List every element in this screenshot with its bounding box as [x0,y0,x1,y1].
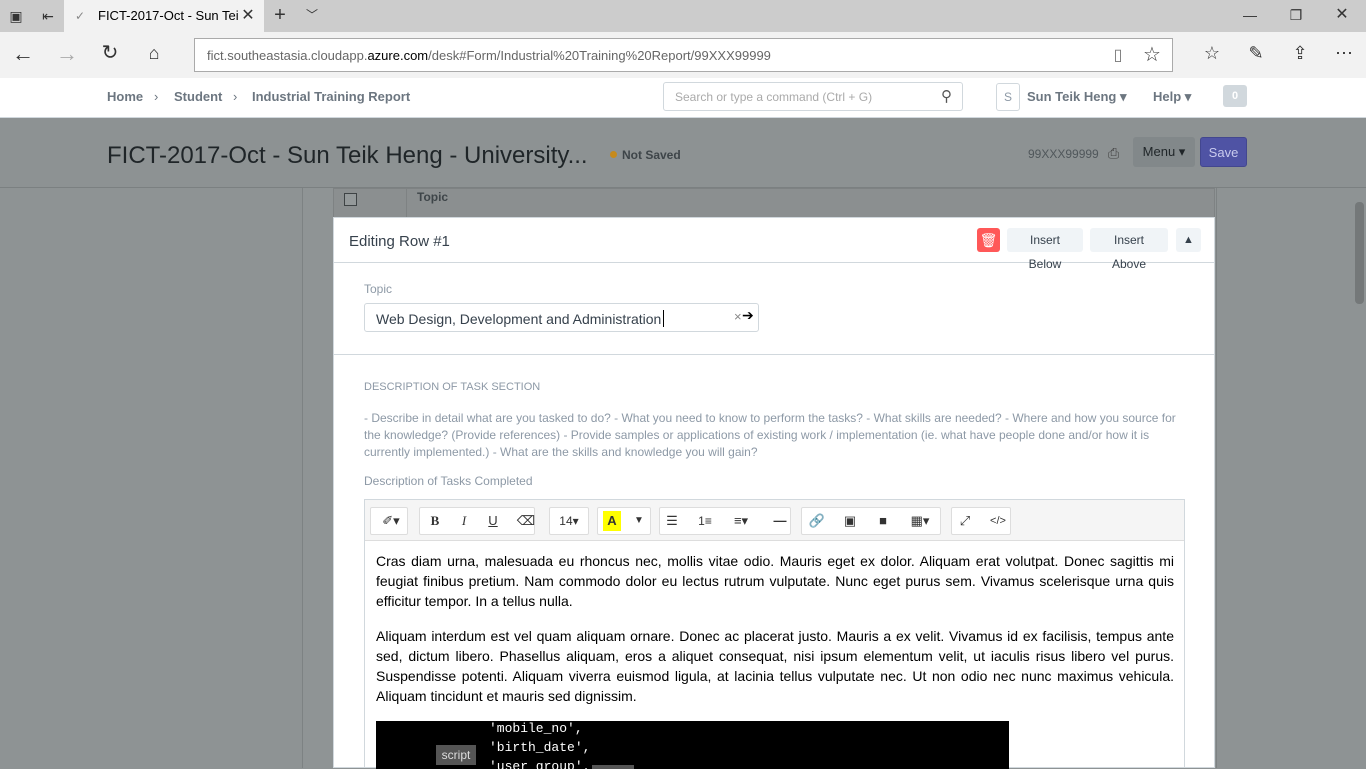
clear-icon[interactable]: × [734,309,742,324]
set-aside-tabs-icon[interactable]: ⇤ [38,6,58,26]
editor-paragraph[interactable]: Cras diam urna, malesuada eu rhoncus nec… [376,551,1174,611]
delete-row-button[interactable]: 🗑 [977,228,1000,252]
bold-icon[interactable]: B [424,511,446,531]
user-menu[interactable]: Sun Teik Heng ▾ [1027,89,1126,105]
print-icon[interactable]: ⎙ [1108,145,1119,162]
favorite-star-icon[interactable]: ☆ [1141,45,1163,65]
topic-label: Topic [364,282,393,296]
code-tag: script [436,745,476,765]
help-menu[interactable]: Help ▾ [1153,89,1191,105]
horizontal-rule-icon[interactable]: — [769,511,791,531]
code-tag-fragment [592,765,634,769]
window-close-icon[interactable]: ✕ [1332,5,1352,25]
close-tab-icon[interactable]: ✕ [238,6,258,26]
notification-badge[interactable]: 0 [1223,85,1247,107]
save-button[interactable]: Save [1200,137,1247,167]
style-dropdown-icon[interactable]: ✐▾ [377,511,405,531]
breadcrumb-chevron-icon: › [154,89,159,104]
back-icon[interactable]: ← [12,43,34,65]
favorites-icon[interactable]: ☆ [1200,43,1224,63]
favicon-icon: ✓ [74,9,86,23]
url-text: fict.southeastasia.cloudapp.azure.com/de… [207,48,771,63]
breadcrumb-chevron-icon: › [233,89,238,104]
forward-icon[interactable]: → [56,43,78,65]
rich-text-editor: ✐▾ B I U ⌫ 14▾ A ▼ ☰ 1≡ ≡▾ — 🔗 ▣ ■ ▦▾ ⤢ … [364,499,1185,769]
breadcrumb-student[interactable]: Student [174,89,222,104]
status-indicator: Not Saved [622,148,681,162]
tab-list-icon[interactable]: ▣ [6,6,26,26]
trash-icon: 🗑 [979,232,998,248]
image-icon[interactable]: ▣ [839,511,861,531]
insert-below-button[interactable]: Insert Below [1007,228,1083,271]
fullscreen-icon[interactable]: ⤢ [954,511,976,531]
caret-up-icon: ▲ [1183,234,1194,246]
page-title: FICT-2017-Oct - Sun Teik Heng - Universi… [107,142,588,169]
more-icon[interactable]: ⋯ [1332,43,1356,63]
section-heading: DESCRIPTION OF TASK SECTION [364,381,541,393]
highlight-color-icon[interactable]: A [603,511,621,531]
reading-view-icon[interactable]: ▯ [1107,46,1129,66]
underline-icon[interactable]: U [482,511,504,531]
table-dropdown-icon[interactable]: ▦▾ [905,511,935,531]
bullet-list-icon[interactable]: ☰ [661,511,683,531]
editor-paragraph[interactable]: Aliquam interdum est vel quam aliquam or… [376,626,1174,706]
breadcrumb-report[interactable]: Industrial Training Report [252,89,410,104]
editing-row-header: Editing Row #1 🗑 Insert Below Insert Abo… [334,218,1214,271]
link-arrow-icon[interactable]: ➔ [742,307,754,324]
section-help-text: - Describe in detail what are you tasked… [364,411,1176,459]
search-input[interactable]: Search or type a command (Ctrl + G) ⚲ [663,82,963,111]
insert-above-button[interactable]: Insert Above [1090,228,1168,271]
select-all-checkbox[interactable] [344,193,357,206]
numbered-list-icon[interactable]: 1≡ [694,511,716,531]
eraser-icon[interactable]: ⌫ [515,511,537,531]
video-icon[interactable]: ■ [872,511,894,531]
restore-icon[interactable]: ❐ [1286,5,1306,25]
editor-toolbar: ✐▾ B I U ⌫ 14▾ A ▼ ☰ 1≡ ≡▾ — 🔗 ▣ ■ ▦▾ ⤢ … [365,500,1184,541]
link-icon[interactable]: 🔗 [806,511,828,531]
align-dropdown-icon[interactable]: ≡▾ [727,511,755,531]
search-placeholder: Search or type a command (Ctrl + G) [675,90,873,104]
color-dropdown-icon[interactable]: ▼ [632,511,646,531]
text-cursor [663,310,664,327]
grid-header: Topic [333,188,1215,219]
description-label: Description of Tasks Completed [364,474,533,488]
share-icon[interactable]: ⇪ [1288,43,1312,63]
grid-column-topic: Topic [417,190,449,204]
tab-preview-chevron-icon[interactable]: ﹀ [302,5,322,25]
topic-field[interactable]: Web Design, Development and Administrati… [364,303,759,332]
code-line: 'mobile_no', [489,721,583,736]
status-dot-icon [610,151,617,158]
tab-title: FICT-2017-Oct - Sun Tei [98,8,238,23]
code-screenshot-image: 'mobile_no', 'birth_date', 'user_group',… [376,721,1009,769]
browser-tab[interactable]: ✓ FICT-2017-Oct - Sun Tei ✕ [64,0,264,32]
topic-value: Web Design, Development and Administrati… [376,311,662,327]
collapse-button[interactable]: ▲ [1176,228,1201,252]
url-bar[interactable]: fict.southeastasia.cloudapp.azure.com/de… [194,38,1173,72]
code-line: 'birth_date', [489,740,591,755]
code-view-icon[interactable]: </> [987,511,1009,531]
home-icon[interactable]: ⌂ [143,43,165,63]
browser-tab-bar: ▣ ⇤ ✓ FICT-2017-Oct - Sun Tei ✕ + ﹀ — ❐ … [0,0,1366,32]
refresh-icon[interactable]: ↻ [99,43,121,63]
editing-row-title: Editing Row #1 [349,233,450,250]
pen-icon[interactable]: ✎ [1244,43,1268,63]
italic-icon[interactable]: I [453,511,475,531]
minimize-icon[interactable]: — [1240,5,1260,25]
font-size-dropdown[interactable]: 14▾ [555,511,583,531]
search-icon[interactable]: ⚲ [941,87,952,105]
new-tab-icon[interactable]: + [270,5,290,25]
doc-id: 99XXX99999 [1028,147,1099,161]
avatar[interactable]: S [996,83,1020,111]
scrollbar-thumb[interactable] [1355,202,1364,304]
breadcrumb-home[interactable]: Home [107,89,143,104]
menu-button[interactable]: Menu ▾ [1133,137,1195,167]
